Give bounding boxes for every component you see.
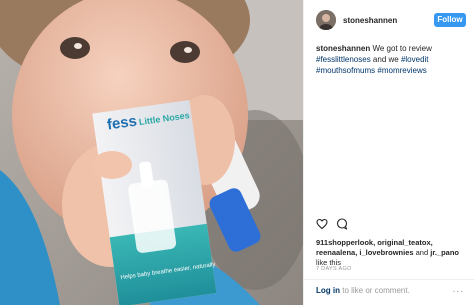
- heart-icon[interactable]: [316, 218, 328, 230]
- photo-image: fess Little Noses Helps baby breathe eas…: [0, 0, 303, 305]
- post-footer: Log in to like or comment.: [316, 286, 410, 295]
- follow-button[interactable]: Follow: [434, 13, 466, 27]
- footer-divider: [304, 279, 474, 280]
- post-photo[interactable]: fess Little Noses Helps baby breathe eas…: [0, 0, 303, 305]
- hashtag-momreviews[interactable]: #momreviews: [377, 66, 426, 75]
- hashtag-mouthsofmums[interactable]: #mouthsofmums: [316, 66, 375, 75]
- liker-last[interactable]: jr._pano: [430, 248, 459, 257]
- post-actions: [316, 218, 348, 230]
- footer-text: to like or comment.: [340, 286, 410, 295]
- caption-username[interactable]: stoneshannen: [316, 44, 370, 53]
- post-caption: stoneshannen We got to review #fesslittl…: [316, 43, 466, 76]
- post-sidebar: stoneshannen Follow stoneshannen We got …: [303, 0, 474, 305]
- hashtag-lovedit[interactable]: #lovedit: [401, 55, 429, 64]
- header-username[interactable]: stoneshannen: [343, 16, 434, 25]
- avatar-image: [316, 10, 336, 30]
- instagram-post: fess Little Noses Helps baby breathe eas…: [0, 0, 474, 305]
- caption-text: We got to review: [370, 44, 432, 53]
- comment-icon[interactable]: [336, 218, 348, 230]
- likes-text: 911shopperlook, original_teatox, reenaal…: [316, 238, 468, 268]
- hashtag-fesslittlenoses[interactable]: #fesslittlenoses: [316, 55, 371, 64]
- caption-joiner: and we: [370, 55, 401, 64]
- post-timestamp[interactable]: 7 DAYS AGO: [316, 266, 352, 272]
- avatar[interactable]: [316, 10, 336, 30]
- post-header: stoneshannen Follow: [316, 9, 466, 31]
- likers-joiner: and: [413, 248, 431, 257]
- more-icon[interactable]: ...: [453, 285, 464, 295]
- login-link[interactable]: Log in: [316, 286, 340, 295]
